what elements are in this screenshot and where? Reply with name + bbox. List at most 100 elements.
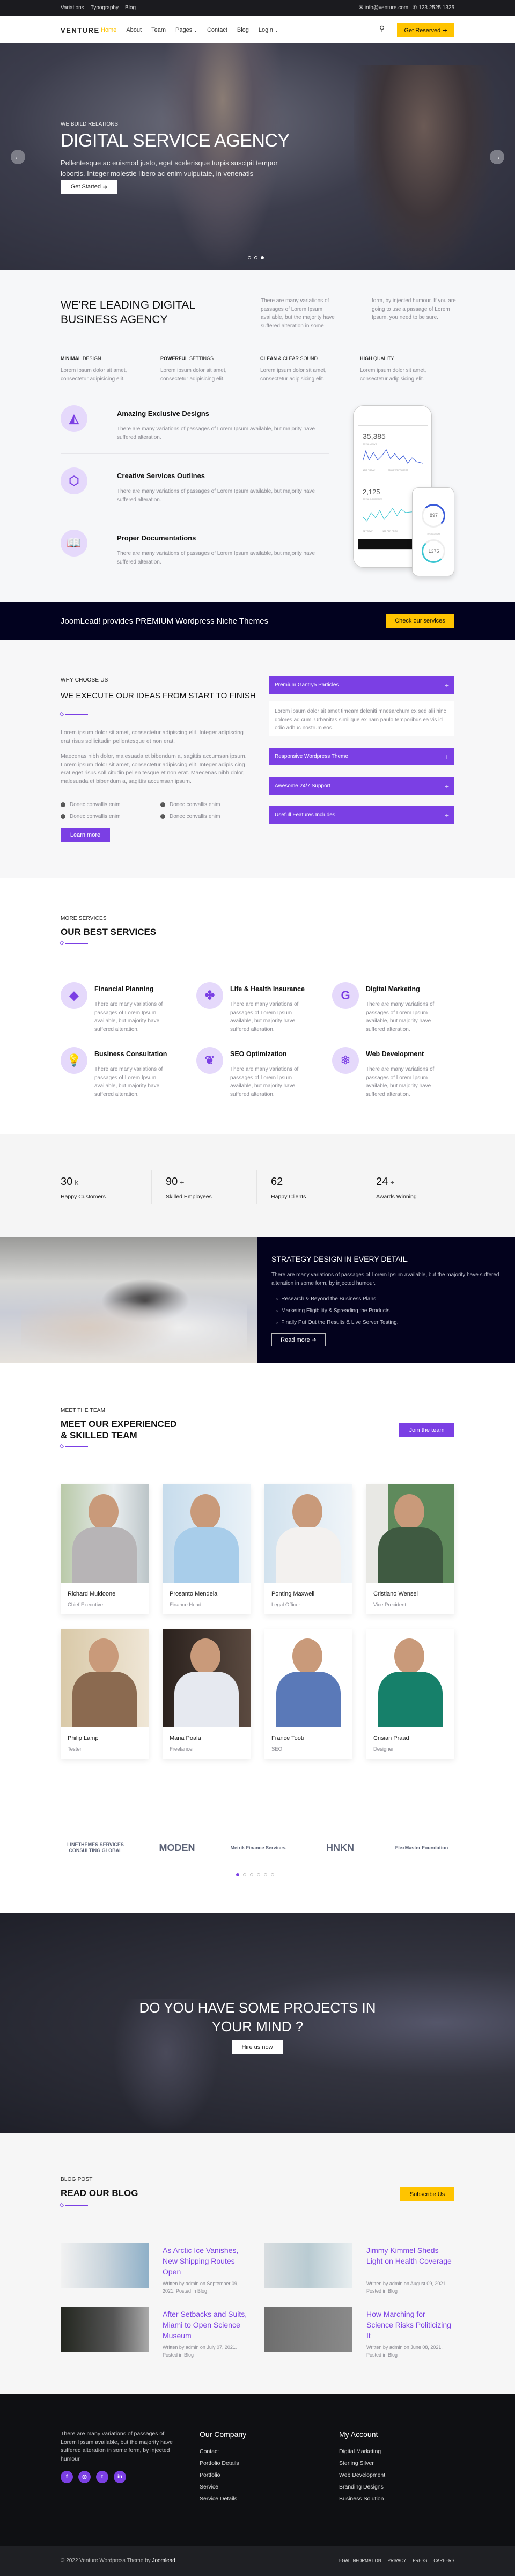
partner-logo[interactable]: Metrik Finance Services. <box>229 1838 288 1857</box>
service-title[interactable]: Business Consultation <box>94 1050 167 1058</box>
partner-logo[interactable]: MODEN <box>148 1838 207 1857</box>
team-card[interactable]: Richard Muldoone Chief Executive <box>61 1484 149 1614</box>
carousel-dot-active[interactable] <box>236 1873 239 1876</box>
strategy-list-text: Finally Put Out the Results & Live Serve… <box>281 1320 399 1326</box>
blog-post-image[interactable] <box>264 2307 352 2352</box>
accordion-header[interactable]: Awesome 24/7 Support + <box>269 777 454 795</box>
services-section: MORE SERVICES OUR BEST SERVICES ◆ Financi… <box>0 878 515 1134</box>
footer-link[interactable]: Portfolio Details <box>200 2460 239 2467</box>
team-title: MEET OUR EXPERIENCED & SKILLED TEAM <box>61 1418 176 1441</box>
intro-item-desc: There are many variations of passages of… <box>117 426 315 441</box>
accordion-header[interactable]: Usefull Features Includes + <box>269 806 454 824</box>
blog-post-title[interactable]: As Arctic Ice Vanishes, New Shipping Rou… <box>163 2245 248 2277</box>
intro-text-2: form, by injected humour. If you are goi… <box>372 298 456 320</box>
carousel-dot[interactable] <box>250 1873 253 1876</box>
slider-next-arrow[interactable]: → <box>490 150 504 164</box>
facebook-icon[interactable]: f <box>61 2471 73 2483</box>
team-card[interactable]: Prosanto Mendela Finance Head <box>163 1484 251 1614</box>
strategy-list-item: ○ Marketing Eligibility & Spreading the P… <box>276 1308 390 1314</box>
twitter-icon[interactable]: t <box>96 2471 108 2483</box>
blog-post-title[interactable]: After Setbacks and Suits, Miami to Open … <box>163 2309 248 2341</box>
team-card[interactable]: Cristiano Wensel Vice Precident <box>366 1484 454 1614</box>
nav-contact[interactable]: Contact <box>207 27 227 33</box>
footer-link[interactable]: Portfolio <box>200 2472 220 2478</box>
plus-icon: + <box>444 680 449 690</box>
search-icon[interactable]: ⚲ <box>379 24 385 33</box>
topbar-link-blog[interactable]: Blog <box>125 5 136 11</box>
linkedin-icon[interactable]: in <box>114 2471 126 2483</box>
carousel-dot[interactable] <box>257 1873 260 1876</box>
team-card[interactable]: Ponting Maxwell Legal Officer <box>264 1484 352 1614</box>
nav-home[interactable]: Home <box>101 27 116 33</box>
partner-logo[interactable]: FlexMaster Foundation <box>392 1838 451 1857</box>
slider-dot[interactable] <box>248 256 251 259</box>
service-title[interactable]: Web Development <box>366 1050 424 1058</box>
footer-bottom-link[interactable]: PRESS <box>413 2558 427 2563</box>
footer-link[interactable]: Service <box>200 2484 218 2490</box>
service-title[interactable]: Financial Planning <box>94 985 153 993</box>
nav-pages[interactable]: Pages ⌄ <box>175 27 197 33</box>
blog-post-meta: Written by admin on August 09, 2021. Pos… <box>366 2281 447 2294</box>
check-services-button[interactable]: Check our services <box>386 614 454 628</box>
team-card[interactable]: France Tooti SEO <box>264 1629 352 1759</box>
learn-more-button[interactable]: Learn more <box>61 828 110 842</box>
hire-us-button[interactable]: Hire us now <box>232 2040 283 2054</box>
get-started-button[interactable]: Get Started ➜ <box>61 180 117 194</box>
nav-blog[interactable]: Blog <box>237 27 249 33</box>
footer-bottom-link[interactable]: PRIVACY <box>388 2558 407 2563</box>
carousel-dot[interactable] <box>243 1873 246 1876</box>
slider-prev-arrow[interactable]: ← <box>11 150 25 164</box>
footer-link[interactable]: Contact <box>200 2448 219 2455</box>
footer-link[interactable]: Branding Designs <box>339 2484 384 2490</box>
get-reserved-button[interactable]: Get Reserved ➡ <box>397 23 454 37</box>
partner-logo[interactable]: HNKN <box>311 1838 370 1857</box>
copyright-brand-link[interactable]: Joomlead <box>152 2558 175 2564</box>
footer-bottom-link[interactable]: LEGAL INFORMATION <box>337 2558 381 2563</box>
logo[interactable]: VENTURE <box>61 26 100 34</box>
email-link[interactable]: ✉ info@venture.com <box>359 5 408 11</box>
blog-post-title[interactable]: How Marching for Science Risks Politiciz… <box>366 2309 452 2341</box>
team-member-photo <box>264 1484 352 1583</box>
footer: There are many variations of passages of… <box>0 2394 515 2546</box>
team-card[interactable]: Maria Poala Freelancer <box>163 1629 251 1759</box>
footer-bottom-link[interactable]: CAREERS <box>433 2558 454 2563</box>
footer-link[interactable]: Digital Marketing <box>339 2448 381 2455</box>
footer-link[interactable]: Service Details <box>200 2496 237 2502</box>
topbar-link-variations[interactable]: Variations <box>61 5 84 11</box>
footer-link[interactable]: Sterling Silver <box>339 2460 374 2467</box>
top-bar: Variations Typography Blog ✉ info@ventur… <box>0 0 515 16</box>
nav-login[interactable]: Login ⌄ <box>259 27 278 33</box>
slider-dot[interactable] <box>254 256 258 259</box>
blog-post-image[interactable] <box>61 2307 149 2352</box>
blog-post-title[interactable]: Jimmy Kimmel Sheds Light on Health Cover… <box>366 2245 452 2266</box>
read-more-button[interactable]: Read more ➔ <box>271 1333 326 1346</box>
footer-link[interactable]: Web Development <box>339 2472 385 2478</box>
service-title[interactable]: Life & Health Insurance <box>230 985 305 993</box>
join-team-button[interactable]: Join the team <box>399 1423 454 1437</box>
partner-logo[interactable]: LINETHEMES SERVICES CONSULTING GLOBAL <box>66 1838 125 1857</box>
service-desc: There are many variations of passages of… <box>94 1066 163 1097</box>
phone-link[interactable]: ✆ 123 2525 1325 <box>413 5 454 11</box>
accordion-header[interactable]: Premium Gantry5 Particles + <box>269 676 454 694</box>
instagram-icon[interactable]: ◎ <box>78 2471 91 2483</box>
nav-about[interactable]: About <box>126 27 142 33</box>
slider-dot-active[interactable] <box>261 256 264 259</box>
blog-post-image[interactable] <box>61 2243 149 2288</box>
get-started-label: Get Started <box>70 184 101 190</box>
stat-suffix: k <box>75 1178 79 1187</box>
blog-post-image[interactable] <box>264 2243 352 2288</box>
team-card[interactable]: Philip Lamp Tester <box>61 1629 149 1759</box>
service-title[interactable]: Digital Marketing <box>366 985 420 993</box>
carousel-dot[interactable] <box>271 1873 274 1876</box>
nav-team[interactable]: Team <box>151 27 166 33</box>
team-member-name: Crisian Praad <box>373 1735 409 1741</box>
topbar-link-typography[interactable]: Typography <box>91 5 119 11</box>
service-title[interactable]: SEO Optimization <box>230 1050 287 1058</box>
subscribe-button[interactable]: Subscribe Us <box>400 2187 454 2201</box>
footer-link[interactable]: Business Solution <box>339 2496 384 2502</box>
carousel-dot[interactable] <box>264 1873 267 1876</box>
arrow-circle-right-icon: ➜ <box>102 184 108 191</box>
team-card[interactable]: Crisian Praad Designer <box>366 1629 454 1759</box>
comments-sparkline <box>363 508 416 522</box>
accordion-header[interactable]: Responsive Wordpress Theme + <box>269 748 454 765</box>
